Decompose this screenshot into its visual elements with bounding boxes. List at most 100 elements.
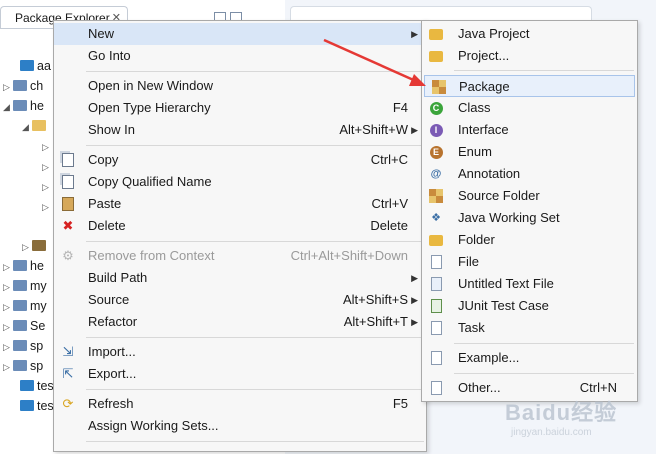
project-icon xyxy=(13,260,27,271)
submenu-item-label: JUnit Test Case xyxy=(458,298,549,313)
tree-item[interactable]: ▷ Se xyxy=(3,316,45,336)
other-icon xyxy=(428,380,444,396)
expand-icon[interactable]: ▷ xyxy=(3,337,13,357)
submenu-item-package[interactable]: Package xyxy=(424,75,635,97)
menu-item-export[interactable]: ⇱ Export... xyxy=(54,363,426,385)
submenu-item-label: Untitled Text File xyxy=(458,276,554,291)
submenu-item-java-project[interactable]: Java Project xyxy=(422,23,637,45)
expand-icon[interactable]: ▷ xyxy=(3,257,13,277)
expand-icon[interactable]: ▷ xyxy=(3,277,13,297)
expand-icon[interactable]: ▷ xyxy=(42,177,52,197)
watermark: Baidu经验 jingyan.baidu.com xyxy=(505,395,617,438)
menu-item-import[interactable]: ⇲ Import... xyxy=(54,341,426,363)
expand-icon[interactable]: ▷ xyxy=(3,77,13,97)
submenu-item-interface[interactable]: I Interface xyxy=(422,119,637,141)
submenu-item-label: Java Working Set xyxy=(458,210,560,225)
tree-item[interactable]: ▷ ch xyxy=(3,76,43,96)
submenu-item-label: Source Folder xyxy=(458,188,540,203)
submenu-item-java-working-set[interactable]: ❖ Java Working Set xyxy=(422,207,637,229)
tree-item-label: tes xyxy=(37,379,54,393)
expand-icon[interactable]: ▷ xyxy=(22,237,32,257)
expand-icon[interactable]: ▷ xyxy=(3,357,13,377)
project-icon xyxy=(13,280,27,291)
menu-item-refactor[interactable]: Refactor Alt+Shift+T ▶ xyxy=(54,311,426,333)
submenu-item-source-folder[interactable]: Source Folder xyxy=(422,185,637,207)
tree-item[interactable]: ▷ xyxy=(42,156,52,176)
menu-item-open-new-window[interactable]: Open in New Window xyxy=(54,75,426,97)
tree-item-label: Se xyxy=(30,319,46,333)
tree-item[interactable]: ▷ sp xyxy=(3,356,43,376)
expand-icon[interactable]: ▷ xyxy=(42,137,52,157)
package-icon xyxy=(431,79,447,95)
tree-item[interactable]: ▷ xyxy=(42,196,52,216)
submenu-item-enum[interactable]: E Enum xyxy=(422,141,637,163)
submenu-item-folder[interactable]: Folder xyxy=(422,229,637,251)
submenu-arrow-icon: ▶ xyxy=(411,125,418,135)
menu-item-build-path[interactable]: Build Path ▶ xyxy=(54,267,426,289)
submenu-item-task[interactable]: Task xyxy=(422,317,637,339)
menu-item-copy-qualified-name[interactable]: Copy Qualified Name xyxy=(54,171,426,193)
tree-item[interactable]: ▷ xyxy=(22,236,49,256)
project-icon xyxy=(13,360,27,371)
menu-item-refresh[interactable]: ⟳ Refresh F5 xyxy=(54,393,426,415)
copy-icon xyxy=(60,152,76,168)
menu-item-source[interactable]: Source Alt+Shift+S ▶ xyxy=(54,289,426,311)
menu-item-label: Remove from Context xyxy=(88,248,215,263)
collapse-icon[interactable]: ◢ xyxy=(22,117,32,137)
tree-item[interactable]: ▷ he xyxy=(3,256,44,276)
package-icon xyxy=(32,120,46,131)
expand-icon[interactable]: ▷ xyxy=(42,157,52,177)
copy-qualified-icon xyxy=(60,174,76,190)
menu-item-open-type-hierarchy[interactable]: Open Type Hierarchy F4 xyxy=(54,97,426,119)
example-icon xyxy=(428,350,444,366)
tree-item[interactable]: ◢ he xyxy=(3,96,44,116)
library-icon xyxy=(32,240,46,251)
collapse-icon[interactable]: ◢ xyxy=(3,97,13,117)
submenu-item-file[interactable]: File xyxy=(422,251,637,273)
tree-item-label: tes xyxy=(37,399,54,413)
task-icon xyxy=(428,320,444,336)
tree-item[interactable]: ▷ sp xyxy=(3,336,43,356)
menu-item-show-in[interactable]: Show In Alt+Shift+W ▶ xyxy=(54,119,426,141)
tree-item[interactable]: ▷ xyxy=(42,176,52,196)
tree-item[interactable]: tes xyxy=(10,376,54,396)
submenu-item-junit-test-case[interactable]: JUnit Test Case xyxy=(422,295,637,317)
menu-item-label: Refactor xyxy=(88,314,138,329)
tree-item[interactable]: ◢ xyxy=(22,116,49,136)
submenu-item-example[interactable]: Example... xyxy=(422,347,637,369)
project-icon xyxy=(13,340,27,351)
paste-icon xyxy=(60,196,76,212)
submenu-item-label: File xyxy=(458,254,479,269)
tree-item[interactable]: aa xyxy=(10,56,51,76)
expand-icon[interactable]: ▷ xyxy=(42,197,52,217)
menu-item-label: Assign Working Sets... xyxy=(88,418,219,433)
menu-item-copy[interactable]: Copy Ctrl+C xyxy=(54,149,426,171)
menu-item-assign-working-sets[interactable]: Assign Working Sets... xyxy=(54,415,426,437)
submenu-item-label: Enum xyxy=(458,144,492,159)
tree-item[interactable]: ▷ xyxy=(42,136,52,156)
expand-icon[interactable]: ▷ xyxy=(3,317,13,337)
menu-item-shortcut: Delete xyxy=(370,218,408,233)
expand-icon[interactable]: ▷ xyxy=(3,297,13,317)
submenu-item-class[interactable]: C Class xyxy=(422,97,637,119)
menu-item-label: Open in New Window xyxy=(88,78,213,93)
submenu-separator xyxy=(454,373,634,374)
submenu-item-label: Java Project xyxy=(458,26,530,41)
tree-item[interactable]: ▷ my xyxy=(3,276,47,296)
menu-item-label: Import... xyxy=(88,344,136,359)
menu-item-go-into[interactable]: Go Into xyxy=(54,45,426,67)
menu-item-delete[interactable]: ✖ Delete Delete xyxy=(54,215,426,237)
submenu-item-annotation[interactable]: @ Annotation xyxy=(422,163,637,185)
tree-item[interactable]: tes xyxy=(10,396,54,416)
menu-item-remove-from-context[interactable]: ⚙ Remove from Context Ctrl+Alt+Shift+Dow… xyxy=(54,245,426,267)
menu-item-paste[interactable]: Paste Ctrl+V xyxy=(54,193,426,215)
file-icon xyxy=(428,254,444,270)
context-menu: New ▶ Go Into Open in New Window Open Ty… xyxy=(53,20,427,452)
project-icon xyxy=(13,100,27,111)
menu-item-shortcut: F5 xyxy=(392,396,408,411)
tree-item-label: my xyxy=(30,279,47,293)
submenu-item-project[interactable]: Project... xyxy=(422,45,637,67)
submenu-item-untitled-text-file[interactable]: Untitled Text File xyxy=(422,273,637,295)
menu-item-new[interactable]: New ▶ xyxy=(54,23,426,45)
tree-item[interactable]: ▷ my xyxy=(3,296,47,316)
